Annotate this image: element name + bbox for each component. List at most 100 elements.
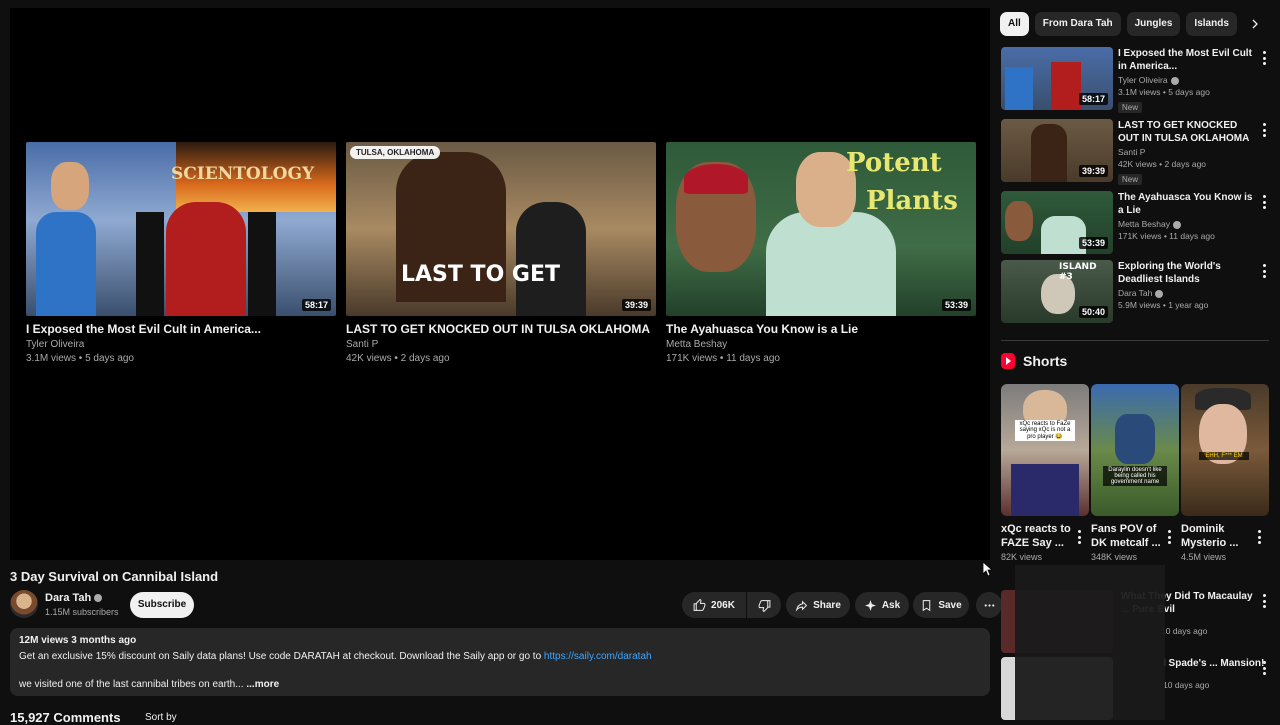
description-line: we visited one of the last cannibal trib… [19, 679, 981, 690]
chip-islands[interactable]: Islands [1186, 12, 1237, 36]
save-button[interactable]: Save [913, 592, 969, 618]
recommended-video-meta: 5.9M views • 1 year ago [1118, 300, 1209, 310]
more-options-icon[interactable] [1260, 123, 1268, 137]
chip-all[interactable]: All [1000, 12, 1029, 36]
short-views: 4.5M views [1181, 552, 1227, 562]
duration-badge: 39:39 [621, 299, 651, 311]
thumb-text: Potent [846, 148, 942, 178]
more-options-icon[interactable] [1075, 530, 1083, 544]
recommended-video-meta: 42K views • 2 days ago [1118, 159, 1207, 169]
duration-badge: 58:17 [301, 299, 331, 311]
owner-row: Dara Tah 1.15M subscribers Subscribe 206… [10, 590, 1002, 620]
verified-icon [94, 594, 103, 603]
recommended-video[interactable]: ISLAND #3 50:40 Exploring the World's De… [1001, 260, 1276, 324]
description-box[interactable]: 12M views 3 months ago Get an exclusive … [10, 628, 990, 696]
short-item[interactable]: EHH, F*** EM Dominik Mysterio ... 4.5M v… [1181, 384, 1269, 562]
video-thumbnail: SCIENTOLOGY 58:17 [26, 142, 336, 316]
ask-label: Ask [881, 599, 901, 611]
thumb-text: Plants [866, 186, 958, 216]
like-count: 206K [711, 599, 735, 611]
chips-next-button[interactable] [1243, 12, 1267, 36]
recommended-video-channel: Metta Beshay [1118, 219, 1170, 229]
verified-icon [1170, 76, 1179, 85]
show-more-link[interactable]: ...more [246, 679, 279, 690]
description-text: Get an exclusive 15% discount on Saily d… [19, 651, 544, 662]
save-label: Save [938, 599, 962, 611]
short-item[interactable]: Daraylin doesn't like being called his g… [1091, 384, 1179, 562]
duration-badge: 58:17 [1078, 93, 1108, 105]
thumbs-up-icon [693, 598, 706, 611]
comments-count: 15,927 Comments [10, 710, 121, 725]
thumb-text: SCIENTOLOGY [171, 164, 315, 184]
new-badge: New [1118, 102, 1143, 113]
recommended-video-channel: Tyler Oliveira [1118, 75, 1168, 85]
chip-jungles[interactable]: Jungles [1126, 12, 1181, 36]
sort-by-button[interactable]: Sort by [145, 712, 177, 723]
dislike-button[interactable] [747, 592, 781, 618]
end-card-meta: 3.1M views • 5 days ago [26, 353, 134, 364]
duration-badge: 50:40 [1078, 306, 1108, 318]
description-line: Get an exclusive 15% discount on Saily d… [19, 651, 981, 662]
more-options-icon[interactable] [1260, 264, 1268, 278]
short-caption: EHH, F*** EM [1199, 452, 1249, 460]
video-thumbnail: Potent Plants 53:39 [666, 142, 976, 316]
view-stats: 12M views 3 months ago [19, 635, 137, 646]
video-thumbnail: TULSA, OKLAHOMA LAST TO GET 39:39 [346, 142, 656, 316]
more-options-icon[interactable] [1260, 594, 1268, 608]
short-thumbnail: Daraylin doesn't like being called his g… [1091, 384, 1179, 516]
chip-from-channel[interactable]: From Dara Tah [1034, 12, 1121, 36]
end-card-meta: 42K views • 2 days ago [346, 353, 450, 364]
end-card-channel: Metta Beshay [666, 339, 728, 350]
recommended-video-meta: 171K views • 11 days ago [1118, 231, 1215, 241]
video-title: 3 Day Survival on Cannibal Island [10, 569, 219, 584]
end-screen-card[interactable]: TULSA, OKLAHOMA LAST TO GET 39:39 LAST T… [346, 142, 656, 364]
recommended-video-title: I Exposed the Most Evil Cult in America.… [1118, 48, 1252, 72]
duration-badge: 53:39 [1078, 237, 1108, 249]
channel-name[interactable]: Dara Tah [45, 592, 103, 604]
recommended-video[interactable]: 53:39 The Ayahuasca You Know is a Lie Me… [1001, 191, 1276, 255]
recommended-video[interactable]: 58:17 I Exposed the Most Evil Cult in Am… [1001, 47, 1276, 113]
ask-button[interactable]: Ask [855, 592, 909, 618]
more-options-icon[interactable] [1165, 530, 1173, 544]
description-link[interactable]: https://saily.com/daratah [544, 651, 652, 662]
more-options-icon[interactable] [1260, 195, 1268, 209]
recommended-video-title: Exploring the World's Deadliest Islands [1118, 261, 1221, 285]
short-views: 82K views [1001, 552, 1043, 562]
recommended-video-info: The Ayahuasca You Know is a Lie Metta Be… [1118, 191, 1258, 241]
short-caption: Daraylin doesn't like being called his g… [1103, 466, 1167, 486]
end-card-channel: Tyler Oliveira [26, 339, 85, 350]
end-card-title: I Exposed the Most Evil Cult in America.… [26, 322, 261, 336]
shorts-icon [1001, 353, 1015, 369]
share-button[interactable]: Share [786, 592, 850, 618]
like-button[interactable]: 206K [682, 592, 746, 618]
more-options-icon[interactable] [1255, 530, 1263, 544]
new-badge: New [1118, 174, 1143, 185]
filter-chips: All From Dara Tah Jungles Islands V [1000, 12, 1275, 36]
verified-icon [1172, 220, 1181, 229]
recommended-video-info: I Exposed the Most Evil Cult in America.… [1118, 47, 1258, 115]
subscribe-button[interactable]: Subscribe [130, 592, 194, 618]
more-actions-button[interactable] [976, 592, 1002, 618]
short-item[interactable]: xQc reacts to FaZe saying xQc is not a p… [1001, 384, 1089, 562]
location-pill: TULSA, OKLAHOMA [350, 146, 441, 159]
webcam-overlay [1015, 565, 1165, 720]
video-thumbnail: 53:39 [1001, 191, 1113, 254]
recommended-video-channel: Dara Tah [1118, 288, 1153, 298]
channel-name-text: Dara Tah [45, 592, 92, 604]
shorts-header: Shorts [1001, 353, 1067, 369]
more-options-icon[interactable] [1260, 51, 1268, 65]
chevron-right-icon [1252, 19, 1258, 29]
recommended-video-meta: 3.1M views • 5 days ago [1118, 87, 1210, 97]
end-card-title: The Ayahuasca You Know is a Lie [666, 322, 859, 336]
subscriber-count: 1.15M subscribers [45, 607, 119, 617]
end-screen-card[interactable]: Potent Plants 53:39 The Ayahuasca You Kn… [666, 142, 976, 364]
recommended-video[interactable]: 39:39 LAST TO GET KNOCKED OUT IN TULSA O… [1001, 119, 1276, 185]
verified-icon [1155, 289, 1164, 298]
short-views: 348K views [1091, 552, 1138, 562]
channel-avatar[interactable] [10, 590, 38, 618]
short-thumbnail: EHH, F*** EM [1181, 384, 1269, 516]
video-thumbnail: 58:17 [1001, 47, 1113, 110]
end-screen-card[interactable]: SCIENTOLOGY 58:17 I Exposed the Most Evi… [26, 142, 336, 364]
more-options-icon[interactable] [1260, 661, 1268, 675]
duration-badge: 39:39 [1078, 165, 1108, 177]
